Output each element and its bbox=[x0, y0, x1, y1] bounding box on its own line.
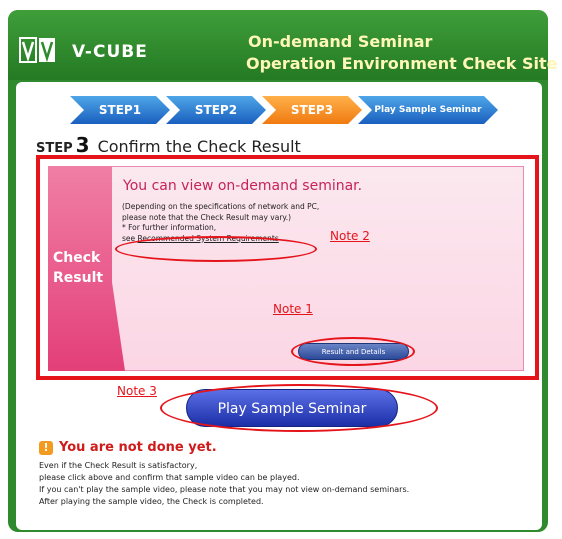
warning-text: Even if the Check Result is satisfactory… bbox=[39, 461, 410, 506]
brand-name: V-CUBE bbox=[72, 42, 148, 62]
site-title-line1: On-demand Seminar bbox=[248, 32, 433, 51]
step-word: STEP bbox=[36, 141, 73, 156]
site-title-line2: Operation Environment Check Site bbox=[246, 54, 558, 73]
vcube-logo-icon bbox=[19, 37, 55, 63]
step-3-current: STEP3 bbox=[262, 96, 362, 124]
step-number: 3 bbox=[75, 133, 90, 157]
warning-heading: ! You are not done yet. bbox=[39, 440, 217, 455]
note-2-label: Note 2 bbox=[330, 229, 370, 243]
site-title: On-demand Seminar Operation Environment … bbox=[246, 31, 558, 75]
section-title: Confirm the Check Result bbox=[97, 137, 301, 156]
step-play-sample: Play Sample Seminar bbox=[358, 96, 498, 124]
page-title: STEP 3 Confirm the Check Result bbox=[36, 133, 301, 157]
note1-oval bbox=[291, 337, 415, 366]
note-1-label: Note 1 bbox=[273, 302, 313, 316]
note2-oval bbox=[115, 236, 317, 262]
check-result-label: Check Result bbox=[53, 250, 104, 286]
step-1: STEP1 bbox=[70, 96, 170, 124]
note3-oval bbox=[160, 384, 438, 432]
step-2: STEP2 bbox=[166, 96, 266, 124]
warning-icon: ! bbox=[39, 440, 53, 455]
step-progress: STEP1 STEP2 STEP3 Play Sample Seminar bbox=[70, 96, 510, 126]
warning-title: You are not done yet. bbox=[59, 440, 217, 455]
result-message: You can view on-demand seminar. bbox=[123, 178, 363, 194]
note-3-label: Note 3 bbox=[117, 384, 157, 398]
